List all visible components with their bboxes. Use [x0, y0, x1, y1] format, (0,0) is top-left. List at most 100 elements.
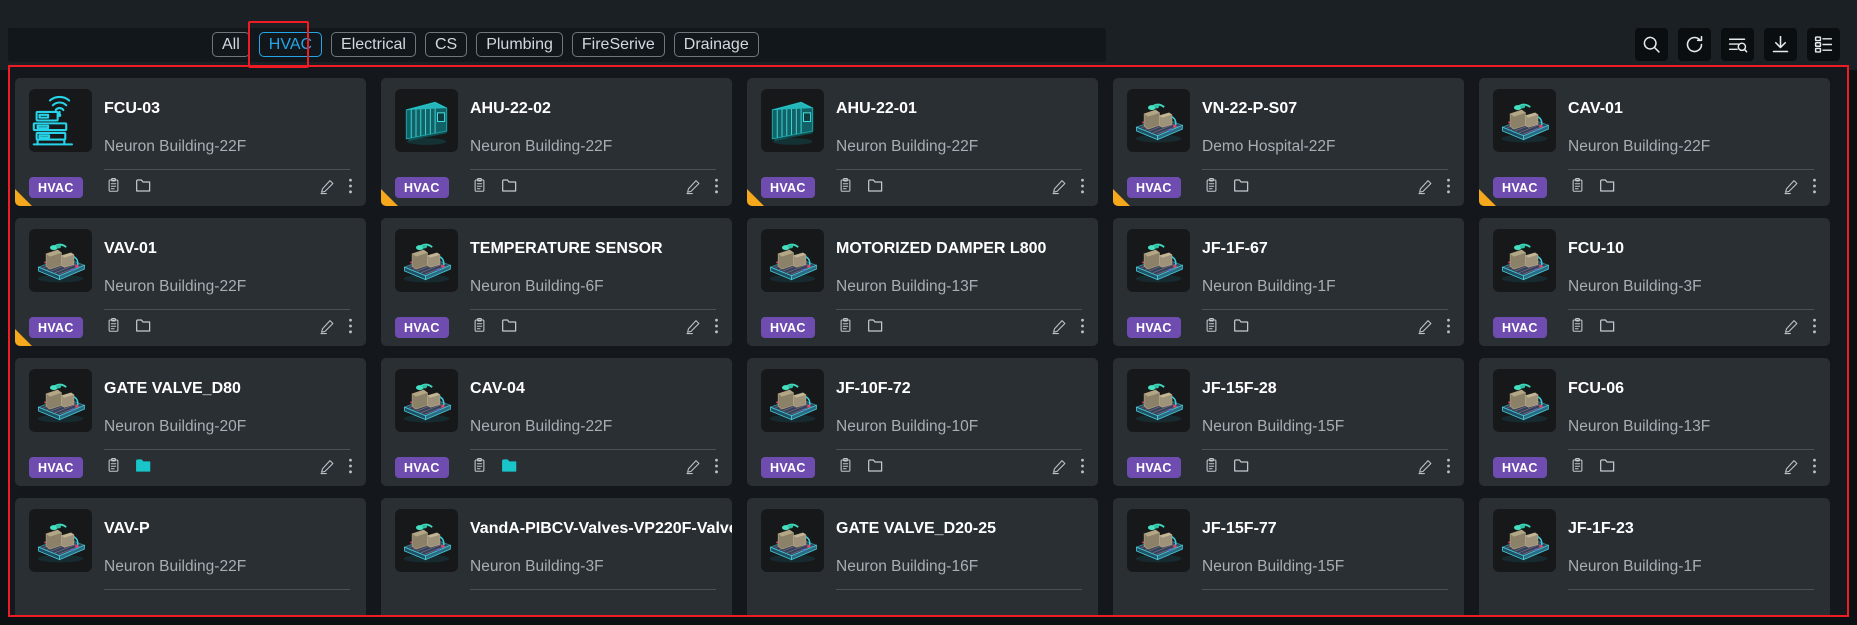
more-options-icon[interactable] — [714, 457, 719, 480]
more-options-icon[interactable] — [1446, 457, 1451, 480]
edit-pencil-icon[interactable] — [1783, 178, 1799, 200]
folder-icon[interactable] — [867, 458, 884, 478]
more-options-icon[interactable] — [714, 177, 719, 200]
edit-pencil-icon[interactable] — [685, 318, 701, 340]
filter-chip-hvac[interactable]: HVAC — [258, 32, 323, 57]
asset-card[interactable]: VN-22-P-S07 Demo Hospital-22F HVAC — [1113, 78, 1464, 206]
refresh-icon[interactable] — [1678, 28, 1711, 61]
clipboard-icon[interactable] — [1204, 317, 1219, 338]
asset-card[interactable]: MOTORIZED DAMPER L800 Neuron Building-13F… — [747, 218, 1098, 346]
asset-card[interactable]: AHU-22-02 Neuron Building-22F HVAC — [381, 78, 732, 206]
filter-chip-plumbing[interactable]: Plumbing — [476, 32, 563, 57]
more-options-icon[interactable] — [1080, 177, 1085, 200]
search-icon[interactable] — [1635, 28, 1668, 61]
more-options-icon[interactable] — [1812, 177, 1817, 200]
alert-corner-flag — [381, 189, 398, 206]
edit-pencil-icon[interactable] — [1051, 458, 1067, 480]
folder-icon[interactable] — [135, 318, 152, 338]
edit-pencil-icon[interactable] — [319, 318, 335, 340]
asset-card[interactable]: VAV-PNeuron Building-22FHVAC — [15, 498, 366, 615]
more-options-icon[interactable] — [1080, 317, 1085, 340]
asset-card[interactable]: FCU-06 Neuron Building-13F HVAC — [1479, 358, 1830, 486]
folder-icon[interactable] — [501, 318, 518, 338]
asset-card[interactable]: JF-10F-72 Neuron Building-10F HVAC — [747, 358, 1098, 486]
clipboard-icon[interactable] — [472, 177, 487, 198]
more-options-icon[interactable] — [348, 457, 353, 480]
clipboard-icon[interactable] — [1204, 177, 1219, 198]
clipboard-icon[interactable] — [106, 177, 121, 198]
asset-card[interactable]: JF-15F-28 Neuron Building-15F HVAC — [1113, 358, 1464, 486]
edit-pencil-icon[interactable] — [1051, 318, 1067, 340]
asset-card[interactable]: GATE VALVE_D80 Neuron Building-20F HVAC — [15, 358, 366, 486]
edit-pencil-icon[interactable] — [1783, 318, 1799, 340]
folder-icon[interactable] — [1233, 178, 1250, 198]
asset-location: Neuron Building-1F — [1568, 558, 1702, 575]
clipboard-icon[interactable] — [1204, 457, 1219, 478]
asset-card[interactable]: GATE VALVE_D20-25Neuron Building-16FHVAC — [747, 498, 1098, 615]
clipboard-icon[interactable] — [1570, 317, 1585, 338]
more-options-icon[interactable] — [714, 317, 719, 340]
edit-pencil-icon[interactable] — [685, 458, 701, 480]
more-options-icon[interactable] — [348, 177, 353, 200]
folder-icon[interactable] — [1233, 458, 1250, 478]
more-options-icon[interactable] — [348, 317, 353, 340]
folder-icon[interactable] — [1599, 178, 1616, 198]
folder-icon[interactable] — [867, 318, 884, 338]
folder-icon[interactable] — [867, 178, 884, 198]
download-icon[interactable] — [1764, 28, 1797, 61]
list-view-icon[interactable] — [1807, 28, 1840, 61]
folder-icon[interactable] — [135, 178, 152, 198]
asset-card[interactable]: JF-1F-67 Neuron Building-1F HVAC — [1113, 218, 1464, 346]
folder-icon[interactable] — [1599, 318, 1616, 338]
asset-card[interactable]: VAV-01 Neuron Building-22F HVAC — [15, 218, 366, 346]
edit-pencil-icon[interactable] — [1783, 458, 1799, 480]
asset-card[interactable]: CAV-01 Neuron Building-22F HVAC — [1479, 78, 1830, 206]
edit-pencil-icon[interactable] — [1051, 178, 1067, 200]
folder-icon[interactable] — [501, 458, 518, 478]
asset-card[interactable]: AHU-22-01 Neuron Building-22F HVAC — [747, 78, 1098, 206]
valve-unit-icon — [29, 509, 92, 572]
folder-icon[interactable] — [501, 178, 518, 198]
card-divider — [470, 309, 716, 310]
filter-chip-drainage[interactable]: Drainage — [673, 32, 759, 57]
folder-icon[interactable] — [1233, 318, 1250, 338]
filter-chip-all[interactable]: All — [212, 32, 250, 57]
filter-search-icon[interactable] — [1721, 28, 1754, 61]
asset-card[interactable]: VandA-PIBCV-Valves-VP220F-Valve Neuron Bu… — [381, 498, 732, 615]
asset-card[interactable]: JF-15F-77Neuron Building-15FHVAC — [1113, 498, 1464, 615]
clipboard-icon[interactable] — [106, 317, 121, 338]
folder-icon[interactable] — [135, 458, 152, 478]
asset-card[interactable]: CAV-04 Neuron Building-22F HVAC — [381, 358, 732, 486]
clipboard-icon[interactable] — [1570, 457, 1585, 478]
asset-title: JF-1F-23 — [1568, 520, 1634, 537]
edit-pencil-icon[interactable] — [1417, 458, 1433, 480]
filter-chip-electrical[interactable]: Electrical — [331, 32, 416, 57]
asset-card[interactable]: FCU-10 Neuron Building-3F HVAC — [1479, 218, 1830, 346]
edit-pencil-icon[interactable] — [1417, 318, 1433, 340]
asset-card[interactable]: FCU-03 Neuron Building-22F HVAC — [15, 78, 366, 206]
clipboard-icon[interactable] — [838, 317, 853, 338]
more-options-icon[interactable] — [1080, 457, 1085, 480]
more-options-icon[interactable] — [1446, 317, 1451, 340]
clipboard-icon[interactable] — [838, 457, 853, 478]
asset-card[interactable]: JF-1F-23Neuron Building-1FHVAC — [1479, 498, 1830, 615]
filter-chip-fireserive[interactable]: FireSerive — [571, 32, 665, 57]
clipboard-icon[interactable] — [472, 317, 487, 338]
edit-pencil-icon[interactable] — [319, 178, 335, 200]
filter-chip-cs[interactable]: CS — [424, 32, 468, 57]
edit-pencil-icon[interactable] — [685, 178, 701, 200]
more-options-icon[interactable] — [1812, 317, 1817, 340]
clipboard-icon[interactable] — [106, 457, 121, 478]
folder-icon[interactable] — [1599, 458, 1616, 478]
clipboard-icon[interactable] — [838, 177, 853, 198]
valve-unit-icon — [29, 369, 92, 432]
edit-pencil-icon[interactable] — [319, 458, 335, 480]
asset-card[interactable]: TEMPERATURE SENSOR Neuron Building-6F HVAC — [381, 218, 732, 346]
clipboard-icon[interactable] — [1570, 177, 1585, 198]
edit-pencil-icon[interactable] — [1417, 178, 1433, 200]
more-options-icon[interactable] — [1812, 457, 1817, 480]
more-options-icon[interactable] — [1446, 177, 1451, 200]
valve-unit-icon — [395, 509, 458, 572]
clipboard-icon[interactable] — [472, 457, 487, 478]
valve-unit-icon — [1493, 229, 1556, 292]
